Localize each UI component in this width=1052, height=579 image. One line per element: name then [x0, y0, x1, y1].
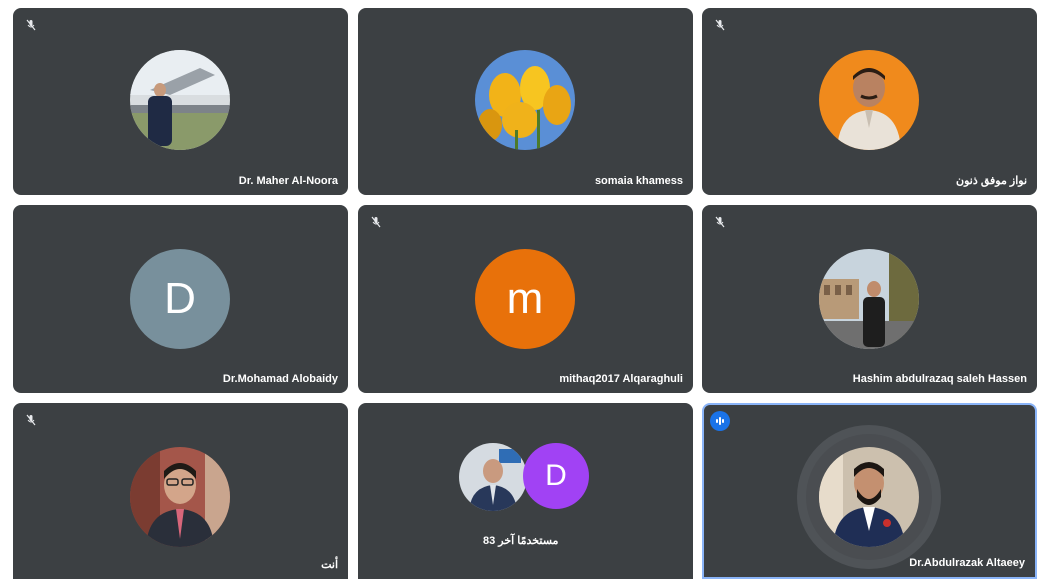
participant-name: Dr. Maher Al-Noora [238, 175, 338, 187]
mic-off-icon [21, 15, 41, 35]
others-tile[interactable]: D 83 ﻣﺴﺘﺨﺪﻣًﺎ ﺁﺧﺮ [358, 403, 693, 579]
video-grid: Dr. Maher Al-Noora somaia khamess ﻧﻮﺍﺯ ﻣ… [0, 0, 1052, 579]
mic-off-icon [710, 212, 730, 232]
mic-off-icon [366, 212, 386, 232]
avatar [819, 50, 919, 150]
participant-tile[interactable]: somaia khamess [358, 8, 693, 195]
participant-name: Hashim abdulrazaq saleh Hassen [852, 373, 1027, 385]
avatar-initial: m [475, 249, 575, 349]
participant-tile[interactable]: Dr. Maher Al-Noora [13, 8, 348, 195]
avatar [475, 50, 575, 150]
participant-name: mithaq2017 Alqaraghuli [559, 373, 683, 385]
participant-name: Dr.Abdulrazak Altaeey [909, 557, 1025, 569]
participant-name: ﻧﻮﺍﺯ ﻣﻮﻓﻖ ﺫﻧﻮﻥ [956, 175, 1027, 187]
participant-tile[interactable]: Hashim abdulrazaq saleh Hassen [702, 205, 1037, 393]
participant-name: ﺃﻧﺖ [321, 559, 338, 571]
participant-tile-active-speaker[interactable]: Dr.Abdulrazak Altaeey [702, 403, 1037, 579]
avatar [819, 447, 919, 547]
speaking-indicator-icon [710, 411, 730, 431]
participant-tile[interactable]: ﺃﻧﺖ [13, 403, 348, 579]
participant-tile[interactable]: D Dr.Mohamad Alobaidy [13, 205, 348, 393]
participant-tile[interactable]: m mithaq2017 Alqaraghuli [358, 205, 693, 393]
participant-tile[interactable]: ﻧﻮﺍﺯ ﻣﻮﻓﻖ ﺫﻧﻮﻥ [702, 8, 1037, 195]
avatar [130, 447, 230, 547]
avatar [130, 50, 230, 150]
avatar-initial: D [130, 249, 230, 349]
mic-off-icon [710, 15, 730, 35]
mic-off-icon [21, 410, 41, 430]
avatar-initial: D [523, 443, 589, 509]
avatar [459, 443, 527, 511]
participant-name: Dr.Mohamad Alobaidy [222, 373, 338, 385]
others-count-label: 83 ﻣﺴﺘﺨﺪﻣًﺎ ﺁﺧﺮ [483, 535, 559, 547]
participant-name: somaia khamess [594, 175, 683, 187]
avatar [819, 249, 919, 349]
